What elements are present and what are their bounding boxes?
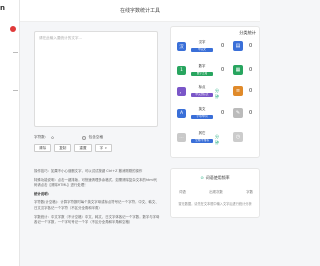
mode-select[interactable]: 字 ▾ <box>94 144 112 152</box>
column-header: 出现次数 <box>209 190 223 194</box>
tip-text: 操作技巧：如果不小心误删文字，可以试试按键 Ctrl+Z 撤消刚刚的操作 <box>34 169 143 173</box>
copy-button[interactable]: 复制 <box>54 144 72 152</box>
punctuation-icon: ， <box>177 87 186 96</box>
header: 在线字数统计工具 <box>20 0 260 22</box>
other-count: 分钟 <box>215 134 219 145</box>
grid-icon: ▦ <box>233 65 243 75</box>
sidebar-logo-text: n <box>0 4 5 12</box>
number-count: 0 <box>221 67 225 73</box>
side-count-2: 0 <box>249 67 253 73</box>
stats-note-1: 字符数(计空格)：计算字符数时每个英文字母或标点符号记一个字符，中文、韩文、日文… <box>34 200 159 210</box>
list-icon: ≡ <box>233 86 243 96</box>
editor-area: 请在此输入要统计的文字... 字符数： 0 包含空格 清除 复制 重置 字 ▾ … <box>24 26 164 262</box>
english-count: 0 <box>221 110 225 116</box>
chart-icon: ⊙ <box>200 175 204 180</box>
stats-note-title: 统计说明： <box>34 191 51 196</box>
word-frequency-title: ⊙ 词语使用频率 <box>200 175 230 180</box>
stats-panel: 分类统计 汉 汉字 中英文 1 数字 数字之和 ， 标点 中英文标点 A 英文 … <box>170 26 260 158</box>
other-icon: … <box>177 133 186 142</box>
description: 操作技巧：如果不小心误删文字，可以试试按键 Ctrl+Z 撤消刚刚的操作 特殊功… <box>34 169 160 229</box>
stats-note-2: 字数统计：中文字数（不计空格）中文、韩文、日文字体各记一个字数，数字与字母各记一… <box>34 214 160 225</box>
punct-count: 分钟 <box>215 88 219 99</box>
clock-icon: ◷ <box>233 132 243 142</box>
text-input[interactable]: 请在此输入要统计的文字... <box>34 31 158 127</box>
empty-state: 暂无数据，请先在文本框中输入文字后进行统计分析 <box>178 202 252 206</box>
stats-panel-header: 分类统计 <box>175 30 259 36</box>
sidebar-item[interactable] <box>13 52 18 53</box>
action-buttons: 清除 复制 重置 字 ▾ <box>34 144 112 152</box>
mode-select-value: 字 <box>99 145 104 150</box>
english-icon: A <box>177 109 186 118</box>
char-count-line: 字符数： 0 包含空格 <box>34 135 103 140</box>
side-count-4: 0 <box>249 110 253 116</box>
char-count-label: 字符数： <box>34 135 49 139</box>
column-header: 词语 <box>179 190 186 194</box>
number-icon: 1 <box>177 66 186 75</box>
side-count-1: 0 <box>249 43 253 49</box>
feature-text: 特殊功能说明：点击一键排版，可快速清理多余格式，如需清除复杂文本的html代码请… <box>34 177 158 188</box>
table-header: 词语 出现次数 字数 <box>179 189 253 194</box>
notification-badge[interactable] <box>10 26 16 32</box>
word-frequency-panel: ⊙ 词语使用频率 词语 出现次数 字数 暂无数据，请先在文本框中输入文字后进行统计… <box>170 168 260 218</box>
edit-icon: ✎ <box>233 108 243 118</box>
stats-panel-title: 分类统计 <box>239 30 256 35</box>
sidebar-item[interactable] <box>13 90 18 91</box>
doc-icon: ▤ <box>233 41 243 51</box>
chinese-count: 0 <box>221 43 225 49</box>
page-title: 在线字数统计工具 <box>119 8 160 14</box>
reset-button[interactable]: 重置 <box>74 144 92 152</box>
chinese-icon: 汉 <box>177 42 186 51</box>
include-space-label: 包含空格 <box>88 135 104 139</box>
char-count-value: 0 <box>51 135 54 140</box>
include-space-checkbox[interactable] <box>81 135 86 140</box>
column-header: 字数 <box>246 190 253 194</box>
side-count-3: 0 <box>249 88 253 94</box>
sidebar: n <box>0 0 20 266</box>
chevron-down-icon: ▾ <box>105 146 107 150</box>
clear-button[interactable]: 清除 <box>34 144 52 152</box>
